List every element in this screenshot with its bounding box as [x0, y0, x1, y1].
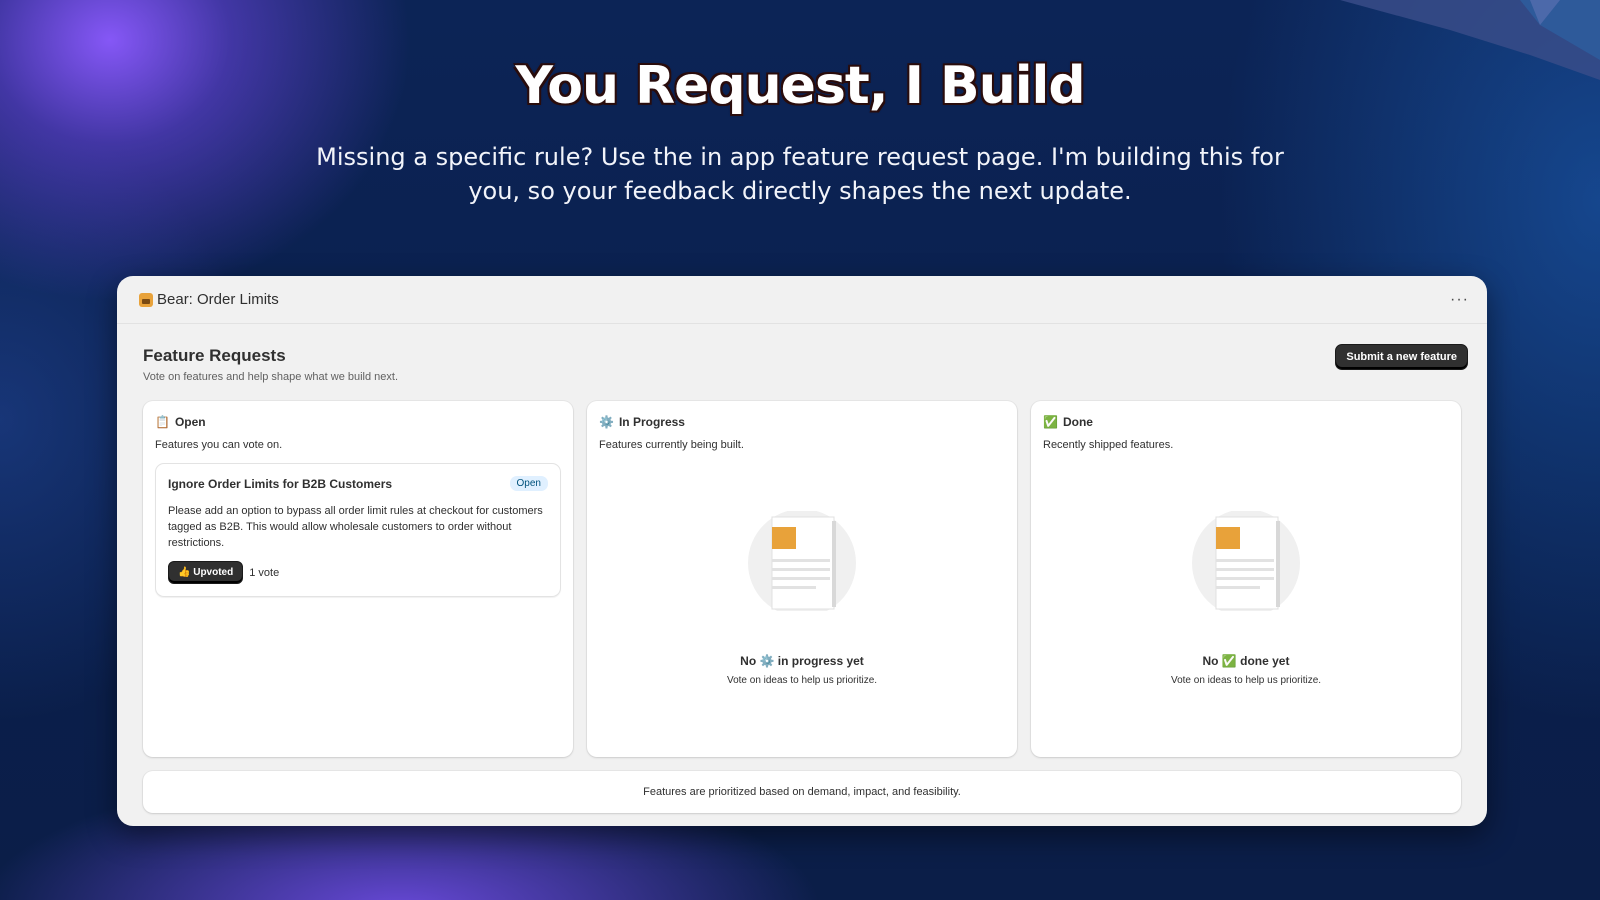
column-title: Done: [1062, 415, 1093, 429]
upvote-button[interactable]: 👍 Upvoted: [168, 561, 244, 584]
empty-document-icon: [748, 509, 856, 617]
column-title: In Progress: [618, 415, 685, 429]
app-titlebar: Bear: Order Limits ···: [117, 276, 1487, 324]
gear-icon: ⚙️: [599, 415, 614, 429]
column-header: ✅ Done: [1043, 415, 1449, 429]
app-title: Bear: Order Limits: [139, 291, 279, 308]
column-open: 📋 Open Features you can vote on. Ignore …: [143, 401, 573, 757]
status-badge: Open: [509, 476, 548, 491]
app-logo-icon: [139, 292, 153, 307]
hero-subtitle: Missing a specific rule? Use the in app …: [316, 143, 1284, 205]
column-title: Open: [174, 415, 206, 429]
column-in-progress: ⚙️ In Progress Features currently being …: [587, 401, 1017, 757]
kanban-columns: 📋 Open Features you can vote on. Ignore …: [143, 401, 1461, 757]
app-window: Bear: Order Limits ··· Feature Requests …: [117, 276, 1487, 826]
empty-state-title: No ✅ done yet: [1202, 654, 1290, 668]
empty-document-icon: [1192, 509, 1300, 617]
check-icon: ✅: [1043, 415, 1058, 429]
feature-card[interactable]: Ignore Order Limits for B2B Customers Op…: [155, 463, 561, 597]
main-content: Feature Requests Vote on features and he…: [117, 324, 1487, 813]
column-description: Recently shipped features.: [1043, 439, 1174, 451]
column-done: ✅ Done Recently shipped features. No ✅ d…: [1031, 401, 1461, 757]
empty-state: No ✅ done yet Vote on ideas to help us p…: [1031, 509, 1461, 686]
page-description: Vote on features and help shape what we …: [143, 371, 399, 383]
column-header: 📋 Open: [155, 415, 561, 429]
hero-title: You Request, I Build: [515, 56, 1085, 116]
empty-state-title: No ⚙️ in progress yet: [740, 654, 864, 668]
clipboard-icon: 📋: [155, 415, 170, 429]
submit-feature-button[interactable]: Submit a new feature: [1335, 344, 1468, 370]
page-title: Feature Requests: [143, 346, 286, 365]
more-actions-button[interactable]: ···: [1450, 291, 1469, 309]
feature-card-title: Ignore Order Limits for B2B Customers: [168, 476, 393, 491]
feature-card-body: Please add an option to bypass all order…: [168, 505, 543, 549]
empty-state-description: Vote on ideas to help us prioritize.: [726, 675, 878, 686]
empty-state-description: Vote on ideas to help us prioritize.: [1170, 675, 1322, 686]
column-description: Features currently being built.: [599, 439, 744, 451]
prioritization-footer: Features are prioritized based on demand…: [143, 771, 1461, 813]
column-header: ⚙️ In Progress: [599, 415, 1005, 429]
app-title-label: Bear: Order Limits: [157, 291, 279, 308]
vote-count: 1 vote: [249, 566, 280, 579]
empty-state: No ⚙️ in progress yet Vote on ideas to h…: [587, 509, 1017, 686]
column-description: Features you can vote on.: [155, 439, 283, 451]
footer-text: Features are prioritized based on demand…: [643, 786, 961, 798]
